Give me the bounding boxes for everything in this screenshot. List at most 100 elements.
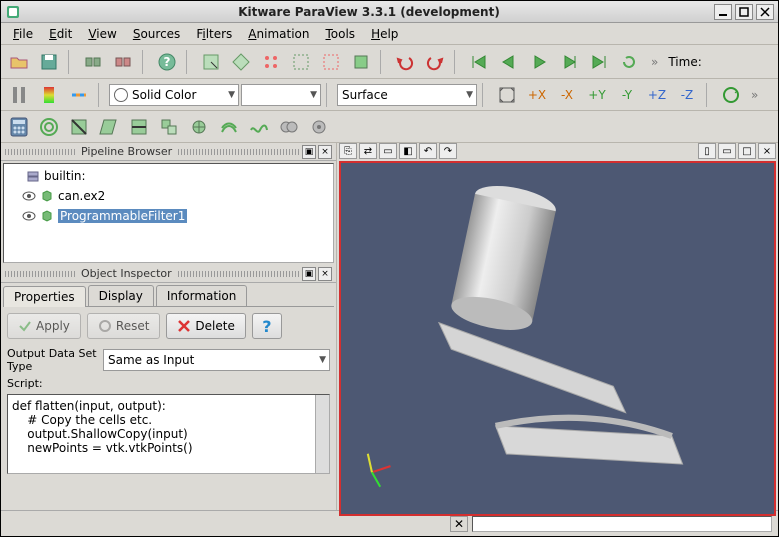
representation-combo[interactable]: Surface ▼	[337, 84, 477, 106]
view-undo-icon[interactable]: ↶	[419, 143, 437, 159]
group-icon[interactable]	[275, 113, 303, 141]
toolbar-overflow-icon[interactable]: »	[651, 55, 658, 69]
tab-properties[interactable]: Properties	[3, 286, 86, 307]
slice-icon[interactable]	[95, 113, 123, 141]
eye-icon[interactable]	[22, 209, 36, 223]
help-icon[interactable]: ?	[153, 48, 181, 76]
tree-item-builtin[interactable]: builtin:	[6, 166, 331, 186]
inspector-float-button[interactable]: ▣	[302, 267, 316, 281]
clip-icon[interactable]	[65, 113, 93, 141]
delete-button[interactable]: Delete	[166, 313, 245, 339]
connect-icon[interactable]	[79, 48, 107, 76]
menu-edit[interactable]: Edit	[43, 25, 78, 43]
tab-display[interactable]: Display	[88, 285, 154, 306]
output-type-combo[interactable]: Same as Input ▼	[103, 349, 330, 371]
minus-x-icon[interactable]: -X	[553, 81, 581, 109]
menu-view[interactable]: View	[82, 25, 122, 43]
select-frustum-points-icon[interactable]	[317, 48, 345, 76]
close-button[interactable]	[756, 4, 774, 20]
plus-z-icon[interactable]: +Z	[643, 81, 671, 109]
vcr-last-icon[interactable]	[585, 48, 613, 76]
cube-icon	[40, 209, 54, 223]
pipeline-float-button[interactable]: ▣	[302, 145, 316, 159]
select-cells-icon[interactable]	[227, 48, 255, 76]
pipeline-close-button[interactable]: ×	[318, 145, 332, 159]
script-textarea[interactable]: def flatten(input, output): # Copy the c…	[7, 394, 330, 474]
minus-z-icon[interactable]: -Z	[673, 81, 701, 109]
menu-animation[interactable]: Animation	[242, 25, 315, 43]
svg-text:-Y: -Y	[622, 88, 633, 102]
extract-icon[interactable]	[155, 113, 183, 141]
plus-y-icon[interactable]: +Y	[583, 81, 611, 109]
eye-icon[interactable]	[22, 189, 36, 203]
split-horizontal-icon[interactable]: ▯	[698, 143, 716, 159]
maximize-view-icon[interactable]: □	[738, 143, 756, 159]
glyph-icon[interactable]	[185, 113, 213, 141]
menu-file[interactable]: File	[7, 25, 39, 43]
menu-help[interactable]: Help	[365, 25, 404, 43]
color-scalar-icon[interactable]	[5, 81, 33, 109]
pipeline-tree[interactable]: builtin: can.ex2 ProgrammableFilter1	[3, 163, 334, 263]
stream-tracer-icon[interactable]	[215, 113, 243, 141]
disconnect-icon[interactable]	[109, 48, 137, 76]
inspector-close-button[interactable]: ×	[318, 267, 332, 281]
undo-icon[interactable]	[391, 48, 419, 76]
calculator-icon[interactable]	[5, 113, 33, 141]
cube-icon	[40, 189, 54, 203]
minimize-button[interactable]	[714, 4, 732, 20]
color-component-combo[interactable]: ▼	[241, 84, 321, 106]
contour-icon[interactable]	[35, 113, 63, 141]
script-scrollbar[interactable]	[315, 395, 329, 473]
inspector-buttons: Apply Reset Delete ?	[1, 307, 336, 345]
main-toolbar: ? » Time:	[1, 45, 778, 79]
vcr-forward-icon[interactable]	[555, 48, 583, 76]
vcr-loop-icon[interactable]	[615, 48, 643, 76]
svg-text:+Y: +Y	[588, 88, 606, 102]
render-view[interactable]	[339, 161, 776, 516]
solid-color-swatch-icon	[114, 88, 128, 102]
cancel-progress-icon[interactable]: ✕	[450, 516, 468, 532]
vcr-back-icon[interactable]	[495, 48, 523, 76]
vcr-play-icon[interactable]	[525, 48, 553, 76]
extract-group-icon[interactable]	[305, 113, 333, 141]
toolbar2-overflow-icon[interactable]: »	[751, 88, 758, 102]
view-camera-icon[interactable]: ▭	[379, 143, 397, 159]
select-points-icon[interactable]	[257, 48, 285, 76]
save-icon[interactable]	[35, 48, 63, 76]
select-surface-icon[interactable]	[197, 48, 225, 76]
menu-sources[interactable]: Sources	[127, 25, 186, 43]
maximize-button[interactable]	[735, 4, 753, 20]
inspector-help-button[interactable]: ?	[252, 313, 282, 339]
show-color-legend-icon[interactable]	[35, 81, 63, 109]
edit-color-map-icon[interactable]	[65, 81, 93, 109]
view-options-icon[interactable]: ◧	[399, 143, 417, 159]
tab-information[interactable]: Information	[156, 285, 247, 306]
select-block-icon[interactable]	[347, 48, 375, 76]
tree-item-programmablefilter[interactable]: ProgrammableFilter1	[6, 206, 331, 226]
output-type-value: Same as Input	[108, 353, 194, 367]
vcr-first-icon[interactable]	[465, 48, 493, 76]
threshold-icon[interactable]	[125, 113, 153, 141]
open-icon[interactable]	[5, 48, 33, 76]
select-frustum-cells-icon[interactable]	[287, 48, 315, 76]
split-vertical-icon[interactable]: ▭	[718, 143, 736, 159]
rotate-camera-icon[interactable]	[717, 81, 745, 109]
minus-y-icon[interactable]: -Y	[613, 81, 641, 109]
warp-icon[interactable]	[245, 113, 273, 141]
tree-item-can[interactable]: can.ex2	[6, 186, 331, 206]
redo-icon[interactable]	[421, 48, 449, 76]
view-copy-icon[interactable]: ⎘	[339, 143, 357, 159]
view-link-icon[interactable]: ⇄	[359, 143, 377, 159]
color-by-combo[interactable]: Solid Color ▼	[109, 84, 239, 106]
view-redo-icon[interactable]: ↷	[439, 143, 457, 159]
reset-button[interactable]: Reset	[87, 313, 161, 339]
svg-text:+Z: +Z	[648, 88, 666, 102]
apply-button[interactable]: Apply	[7, 313, 81, 339]
render-3d-scene	[341, 163, 774, 514]
menu-filters[interactable]: Filters	[190, 25, 238, 43]
close-view-icon[interactable]: ×	[758, 143, 776, 159]
svg-text:-Z: -Z	[681, 88, 694, 102]
reset-camera-icon[interactable]	[493, 81, 521, 109]
plus-x-icon[interactable]: +X	[523, 81, 551, 109]
menu-tools[interactable]: Tools	[319, 25, 361, 43]
